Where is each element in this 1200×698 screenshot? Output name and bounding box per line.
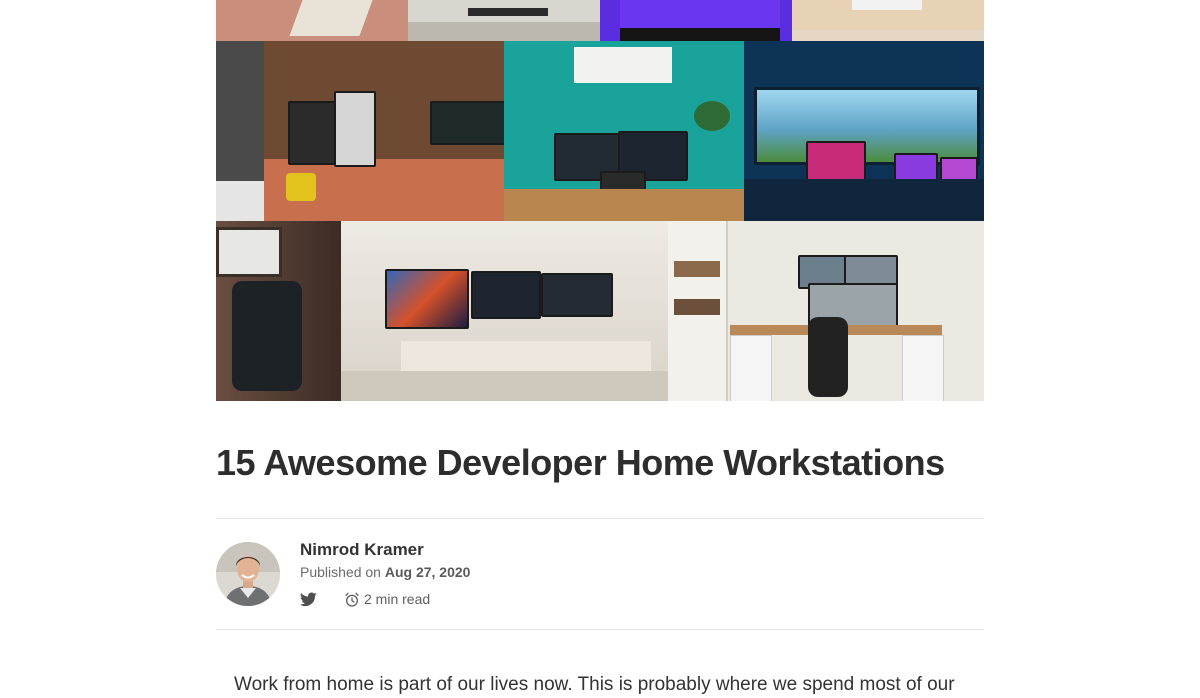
avatar-portrait [216, 542, 280, 606]
author-name[interactable]: Nimrod Kramer [300, 540, 424, 560]
published-date: Aug 27, 2020 [384, 564, 471, 580]
published-prefix: Published on [300, 564, 381, 580]
read-time: 2 min read [364, 591, 431, 607]
published-line: Published on Aug 27, 2020 [300, 564, 470, 580]
divider-bottom [216, 629, 984, 630]
divider-top [216, 518, 984, 519]
article-title: 15 Awesome Developer Home Workstations [216, 442, 945, 483]
collage-photo-teal-wall [504, 41, 744, 221]
author-avatar[interactable] [216, 542, 280, 606]
alarm-clock-icon [345, 592, 359, 607]
collage-photo-bright-desk [341, 221, 668, 401]
collage-photo-shelves [668, 221, 984, 401]
hero-image-collage [216, 0, 984, 401]
article-intro: Work from home is part of our lives now.… [234, 674, 955, 695]
collage-photo-top-1 [216, 0, 408, 41]
collage-photo-top-3 [600, 0, 792, 41]
collage-photo-office-wood [216, 41, 504, 221]
collage-photo-chair [216, 221, 341, 401]
article-page: 15 Awesome Developer Home Workstations N… [0, 0, 1200, 698]
collage-photo-top-4 [792, 0, 984, 41]
collage-photo-window-view [744, 41, 984, 221]
collage-photo-top-2 [408, 0, 600, 41]
twitter-icon[interactable] [300, 592, 317, 607]
